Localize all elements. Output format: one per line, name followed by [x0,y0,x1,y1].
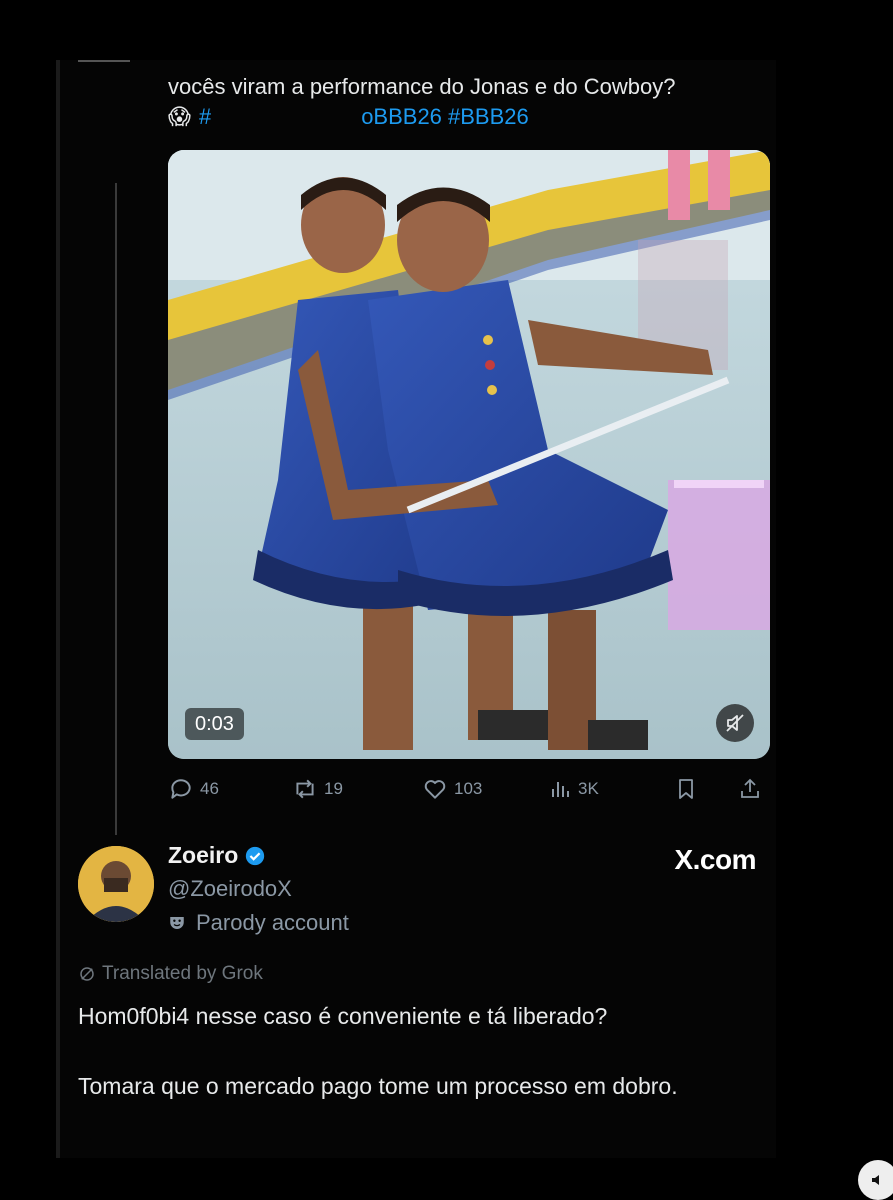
view-count: 3K [578,779,599,798]
views-icon [552,782,569,797]
video-timestamp: 0:03 [185,708,244,740]
grok-icon [80,967,94,981]
video-frame-image [168,150,770,759]
author-name-row: Zoeiro [168,842,266,869]
parody-text: Parody account [196,910,349,935]
mute-icon [726,714,744,732]
quote-body: Hom0f0bi4 nesse caso é conveniente e tá … [78,998,768,1138]
video-player[interactable]: 0:03 [168,150,770,759]
tweet-text-line2: 😱 # oBBB26 #BBB26 [168,102,768,132]
parody-label: Parody account [168,910,349,936]
reply-icon [171,779,191,799]
views-button[interactable]: 3K [548,774,599,804]
translation-text: Translated by Grok [102,963,263,984]
share-icon [741,778,759,798]
like-icon [424,780,446,799]
reply-button[interactable]: 46 [168,774,219,804]
scream-emoji: 😱 [168,104,191,129]
redacted-area [211,106,362,128]
tweet-text: vocês viram a performance do Jonas e do … [168,72,768,132]
bookmark-icon [679,779,693,799]
parody-mask-icon [170,917,184,929]
tweet-action-bar: 46 19 103 3K [168,774,770,804]
like-count: 103 [454,779,483,798]
repost-count: 19 [324,779,343,798]
author-name[interactable]: Zoeiro [168,842,238,869]
verified-icon [246,846,265,865]
quote-paragraph-2: Tomara que o mercado pago tome um proces… [78,1073,678,1099]
speaker-icon [872,1175,879,1185]
avatar-image [78,846,154,922]
like-button[interactable]: 103 [422,774,482,804]
author-handle[interactable]: @ZoeirodoX [168,876,292,902]
corner-overlay-button[interactable] [858,1160,893,1200]
quote-author: Zoeiro @ZoeirodoX Parody account X.com [76,838,766,948]
tweet-text-line1: vocês viram a performance do Jonas e do … [168,74,676,99]
bookmark-button[interactable] [674,774,698,804]
quote-paragraph-1: Hom0f0bi4 nesse caso é conveniente e tá … [78,1003,608,1029]
hashtag-links[interactable]: oBBB26 #BBB26 [361,104,529,129]
translation-label[interactable]: Translated by Grok [78,963,263,985]
xcom-watermark: X.com [674,844,756,875]
top-divider [78,60,130,62]
mute-button[interactable] [716,704,754,742]
thread-connector-line [115,183,117,835]
repost-icon [296,779,314,799]
share-button[interactable] [738,774,762,804]
repost-button[interactable]: 19 [292,774,343,804]
hashtag-link[interactable]: # [199,104,211,129]
reply-count: 46 [200,779,219,798]
avatar[interactable] [78,846,154,922]
